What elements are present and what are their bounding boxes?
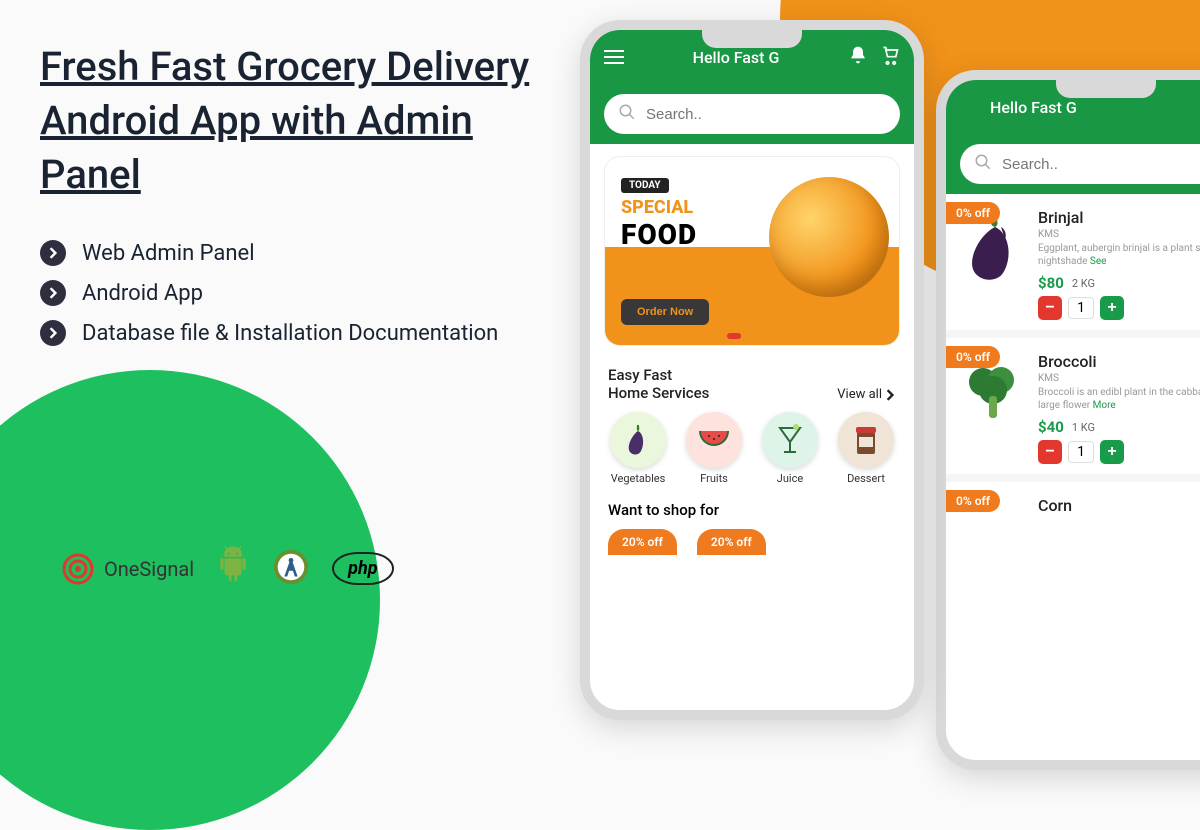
phone-mock-list: Hello Fast G 0% off Brinjal KMS Eggplant… [936, 70, 1200, 770]
shop-section-title: Want to shop for [590, 495, 914, 529]
promo-today: TODAY [621, 178, 669, 193]
qty-minus-button[interactable]: − [1038, 440, 1062, 464]
chevron-right-icon [40, 240, 66, 266]
category-juice[interactable]: Juice [762, 412, 818, 485]
feature-item: Web Admin Panel [40, 240, 540, 266]
discount-badge: 0% off [946, 490, 1000, 512]
product-desc: Broccoli is an edibl plant in the cabbag… [1038, 386, 1200, 412]
product-name: Brinjal [1038, 208, 1200, 227]
category-dessert[interactable]: Dessert [838, 412, 894, 485]
cart-icon[interactable] [880, 45, 900, 69]
mango-image [769, 177, 889, 297]
marketing-panel: Fresh Fast Grocery Delivery Android App … [40, 40, 540, 360]
promo-banner[interactable]: TODAY SPECIAL FOOD Order Now [604, 156, 900, 346]
menu-icon[interactable] [604, 50, 624, 64]
search-wrap [590, 84, 914, 144]
search-icon [974, 153, 992, 175]
category-label: Juice [777, 472, 803, 485]
android-icon [216, 545, 250, 592]
discount-badge: 0% off [946, 346, 1000, 368]
discount-tag[interactable]: 20% off [697, 529, 766, 555]
section-header: Easy Fast Home Services View all [590, 358, 914, 412]
search-wrap [946, 134, 1200, 194]
category-vegetables[interactable]: Vegetables [610, 412, 666, 485]
category-fruits[interactable]: Fruits [686, 412, 742, 485]
product-weight: 1 KG [1072, 421, 1095, 434]
product-card[interactable]: 0% off Brinjal KMS Eggplant, aubergin br… [946, 194, 1200, 330]
qty-plus-button[interactable]: + [1100, 440, 1124, 464]
quantity-stepper: − 1 + [1038, 440, 1200, 464]
eggplant-icon [610, 412, 666, 468]
search-icon [618, 103, 636, 125]
feature-text: Android App [82, 281, 203, 306]
onesignal-badge: OneSignal [60, 551, 194, 587]
product-price: $40 [1038, 418, 1064, 436]
discount-badge: 0% off [946, 202, 1000, 224]
see-more-link[interactable]: See [1090, 256, 1107, 267]
cocktail-icon [762, 412, 818, 468]
product-desc: Eggplant, aubergin brinjal is a plant sp… [1038, 242, 1200, 268]
search-input[interactable] [1002, 156, 1200, 173]
qty-plus-button[interactable]: + [1100, 296, 1124, 320]
green-decor [0, 370, 380, 830]
discount-tags: 20% off 20% off [590, 529, 914, 555]
product-name: Corn [1038, 496, 1200, 515]
product-sub: KMS [1038, 373, 1200, 384]
greeting: Hello Fast G [638, 48, 834, 67]
phone-notch [702, 30, 802, 48]
category-label: Fruits [700, 472, 728, 485]
product-weight: 2 KG [1072, 277, 1095, 290]
section-title: Easy Fast Home Services [608, 366, 709, 402]
php-badge: php [332, 552, 393, 585]
carousel-dots[interactable] [727, 333, 777, 339]
category-label: Dessert [847, 472, 885, 485]
view-all-link[interactable]: View all [837, 387, 896, 402]
product-sub: KMS [1038, 229, 1200, 240]
bell-icon[interactable] [848, 45, 868, 69]
chevron-right-icon [40, 280, 66, 306]
see-more-link[interactable]: More [1093, 400, 1116, 411]
onesignal-label: OneSignal [104, 557, 194, 581]
qty-minus-button[interactable]: − [1038, 296, 1062, 320]
category-row: Vegetables Fruits Juice Dessert [590, 412, 914, 495]
order-now-button[interactable]: Order Now [621, 299, 709, 325]
search-bar[interactable] [960, 144, 1200, 184]
search-bar[interactable] [604, 94, 900, 134]
android-studio-icon [272, 548, 310, 590]
discount-tag[interactable]: 20% off [608, 529, 677, 555]
onesignal-icon [60, 551, 96, 587]
feature-item: Android App [40, 280, 540, 306]
feature-text: Web Admin Panel [82, 241, 255, 266]
qty-value: 1 [1068, 441, 1094, 463]
category-label: Vegetables [611, 472, 666, 485]
search-input[interactable] [646, 106, 886, 123]
headline: Fresh Fast Grocery Delivery Android App … [40, 40, 540, 202]
tech-badges: OneSignal php [60, 545, 394, 592]
feature-list: Web Admin Panel Android App Database fil… [40, 240, 540, 346]
product-card[interactable]: 0% off Broccoli KMS Broccoli is an edibl… [946, 338, 1200, 474]
quantity-stepper: − 1 + [1038, 296, 1200, 320]
product-price: $80 [1038, 274, 1064, 292]
product-card[interactable]: 0% off Corn [946, 482, 1200, 586]
phone-mock-home: Hello Fast G TODAY SPECIAL FOOD Order No… [580, 20, 924, 720]
feature-text: Database file & Installation Documentati… [82, 321, 498, 346]
phone-notch [1056, 80, 1156, 98]
feature-item: Database file & Installation Documentati… [40, 320, 540, 346]
greeting: Hello Fast G [960, 98, 1200, 117]
qty-value: 1 [1068, 297, 1094, 319]
watermelon-icon [686, 412, 742, 468]
chevron-right-icon [40, 320, 66, 346]
product-name: Broccoli [1038, 352, 1200, 371]
jam-icon [838, 412, 894, 468]
